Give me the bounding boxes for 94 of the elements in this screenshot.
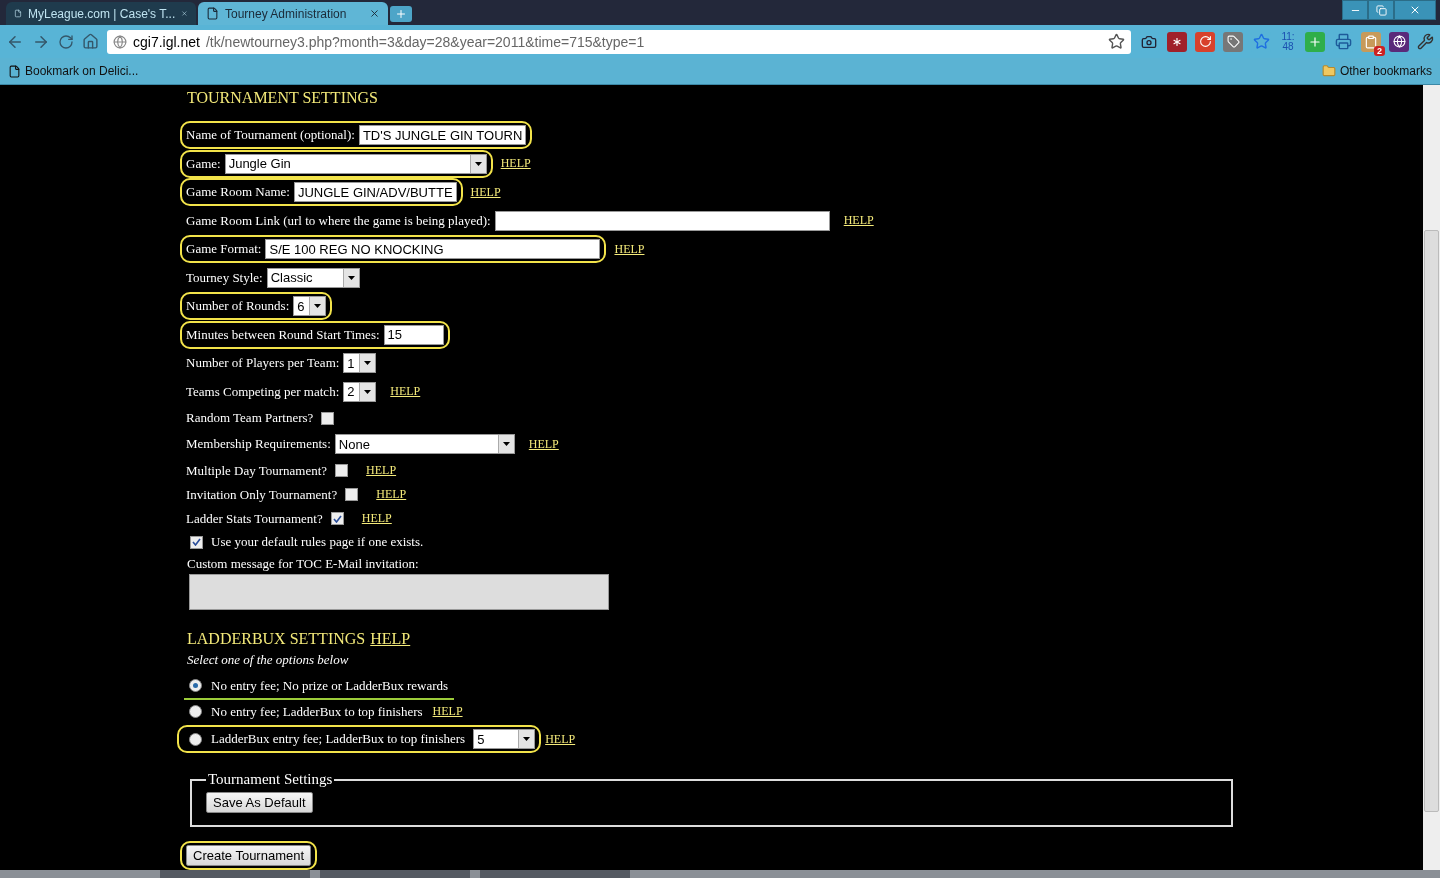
fieldset-legend: Tournament Settings	[206, 771, 335, 788]
text-field[interactable]	[494, 210, 830, 231]
caret-icon	[502, 442, 510, 447]
field-label: Custom message for TOC E-Mail invitation:	[187, 556, 419, 572]
text-field[interactable]: S/E 100 REG NO KNOCKING	[265, 239, 601, 260]
field-label: Game Format:	[186, 241, 262, 258]
globe-icon	[113, 34, 127, 49]
option-label: LadderBux entry fee; LadderBux to top finishers	[211, 731, 466, 748]
caret-icon	[347, 275, 355, 280]
help-link[interactable]: HELP	[366, 463, 397, 478]
help-link[interactable]: HELP	[470, 184, 501, 200]
browser-tab[interactable]: MyLeague.com | Case's T...	[6, 2, 196, 25]
help-link[interactable]: HELP	[432, 704, 463, 720]
checkbox[interactable]	[321, 411, 335, 425]
field-label: Game Room Link (url to where the game is being played):	[186, 212, 491, 229]
browser-tab[interactable]: Tourney Administration	[198, 2, 388, 25]
page-icon	[8, 64, 21, 78]
close-icon[interactable]	[181, 8, 188, 19]
restore-button[interactable]	[1368, 0, 1394, 20]
new-tab-button[interactable]	[390, 6, 412, 22]
extension-icon[interactable]	[1389, 31, 1409, 52]
bookmark-link[interactable]: Bookmark on Delici...	[8, 64, 139, 78]
create-tournament-button[interactable]: Create Tournament	[186, 845, 312, 866]
help-link[interactable]: HELP	[370, 630, 411, 649]
field-label: Minutes between Round Start Times:	[186, 326, 380, 343]
radio-button[interactable]	[189, 732, 202, 746]
help-link[interactable]: HELP	[376, 487, 407, 502]
dropdown[interactable]: Classic	[266, 267, 360, 288]
dropdown[interactable]: 1	[343, 353, 377, 374]
dropdown[interactable]: 2	[343, 381, 377, 402]
checkmark-icon	[332, 514, 342, 523]
checkbox[interactable]	[330, 512, 344, 525]
field-label: Name of Tournament (optional):	[186, 127, 355, 144]
caret-icon	[523, 737, 531, 742]
field-label: Membership Requirements:	[186, 436, 331, 453]
field-label: Random Team Partners?	[186, 410, 314, 426]
help-link[interactable]: HELP	[614, 241, 645, 257]
field-label: Number of Players per Team:	[186, 355, 340, 372]
field-label: Tourney Style:	[186, 269, 263, 286]
address-bar[interactable]: cgi7.igl.net /tk/newtourney3.php?month=3&day=28&year=2011&time=715&type=1	[107, 29, 1131, 54]
page-icon	[206, 7, 219, 20]
text-field[interactable]: 15	[383, 324, 444, 345]
caret-icon	[474, 161, 482, 166]
close-icon[interactable]	[369, 8, 380, 19]
scrollbar[interactable]	[1423, 85, 1440, 870]
help-link[interactable]: HELP	[361, 511, 392, 526]
help-link[interactable]: HELP	[843, 213, 874, 229]
help-link[interactable]: HELP	[500, 156, 531, 172]
help-link[interactable]: HELP	[528, 436, 559, 452]
checkmark-icon	[192, 538, 201, 547]
dropdown[interactable]: 6	[293, 296, 327, 317]
caret-icon	[314, 304, 322, 309]
caret-icon	[364, 389, 372, 394]
dropdown[interactable]: Jungle Gin	[224, 153, 487, 174]
help-link[interactable]: HELP	[390, 384, 421, 400]
folder-icon	[1321, 64, 1336, 78]
field-label: Use your default rules page if one exists.	[211, 534, 424, 551]
field-label: Ladder Stats Tournament?	[186, 510, 323, 527]
checkbox[interactable]	[335, 464, 349, 477]
save-default-button[interactable]: Save As Default	[206, 792, 313, 813]
count-badge: 2	[1374, 45, 1385, 56]
field-label: Invitation Only Tournament?	[186, 486, 338, 503]
page-icon	[14, 7, 22, 20]
radio-button[interactable]	[189, 705, 202, 719]
restore-icon	[1375, 4, 1387, 16]
checkbox[interactable]	[345, 488, 359, 501]
checkbox[interactable]	[190, 535, 203, 549]
wrench-icon[interactable]	[1417, 33, 1434, 50]
field-label: Teams Competing per match:	[186, 383, 340, 400]
section-heading: LADDERBUX SETTINGS	[187, 630, 366, 649]
caret-icon	[364, 361, 372, 366]
field-label: Multiple Day Tournament?	[186, 462, 328, 479]
section-heading: TOURNAMENT SETTINGS	[187, 89, 379, 107]
option-label: No entry fee; LadderBux to top finishers	[211, 703, 423, 720]
radio-button[interactable]	[189, 679, 202, 693]
clipboard-icon	[1364, 34, 1378, 49]
extension-icon[interactable]	[1167, 31, 1187, 52]
field-label: Game:	[186, 155, 221, 172]
text-field[interactable]: TD'S JUNGLE GIN TOURN	[358, 125, 527, 146]
help-link[interactable]: HELP	[545, 731, 576, 747]
other-bookmarks-folder[interactable]: Other bookmarks	[1321, 64, 1432, 78]
option-label: No entry fee; No prize or LadderBux rewards	[211, 677, 449, 694]
dropdown[interactable]: None	[334, 434, 515, 455]
field-label: Number of Rounds:	[186, 298, 290, 315]
home-icon[interactable]	[82, 33, 99, 50]
text-field[interactable]: JUNGLE GIN/ADV/BUTTE	[294, 182, 457, 203]
instruction-text: Select one of the options below	[187, 652, 350, 669]
plus-icon	[395, 8, 407, 20]
dropdown[interactable]: 5	[473, 729, 536, 750]
reload-icon[interactable]	[58, 33, 74, 50]
message-textarea[interactable]	[189, 574, 609, 611]
close-icon	[1409, 4, 1421, 16]
field-label: Game Room Name:	[186, 184, 290, 201]
star-icon[interactable]	[1108, 33, 1125, 50]
